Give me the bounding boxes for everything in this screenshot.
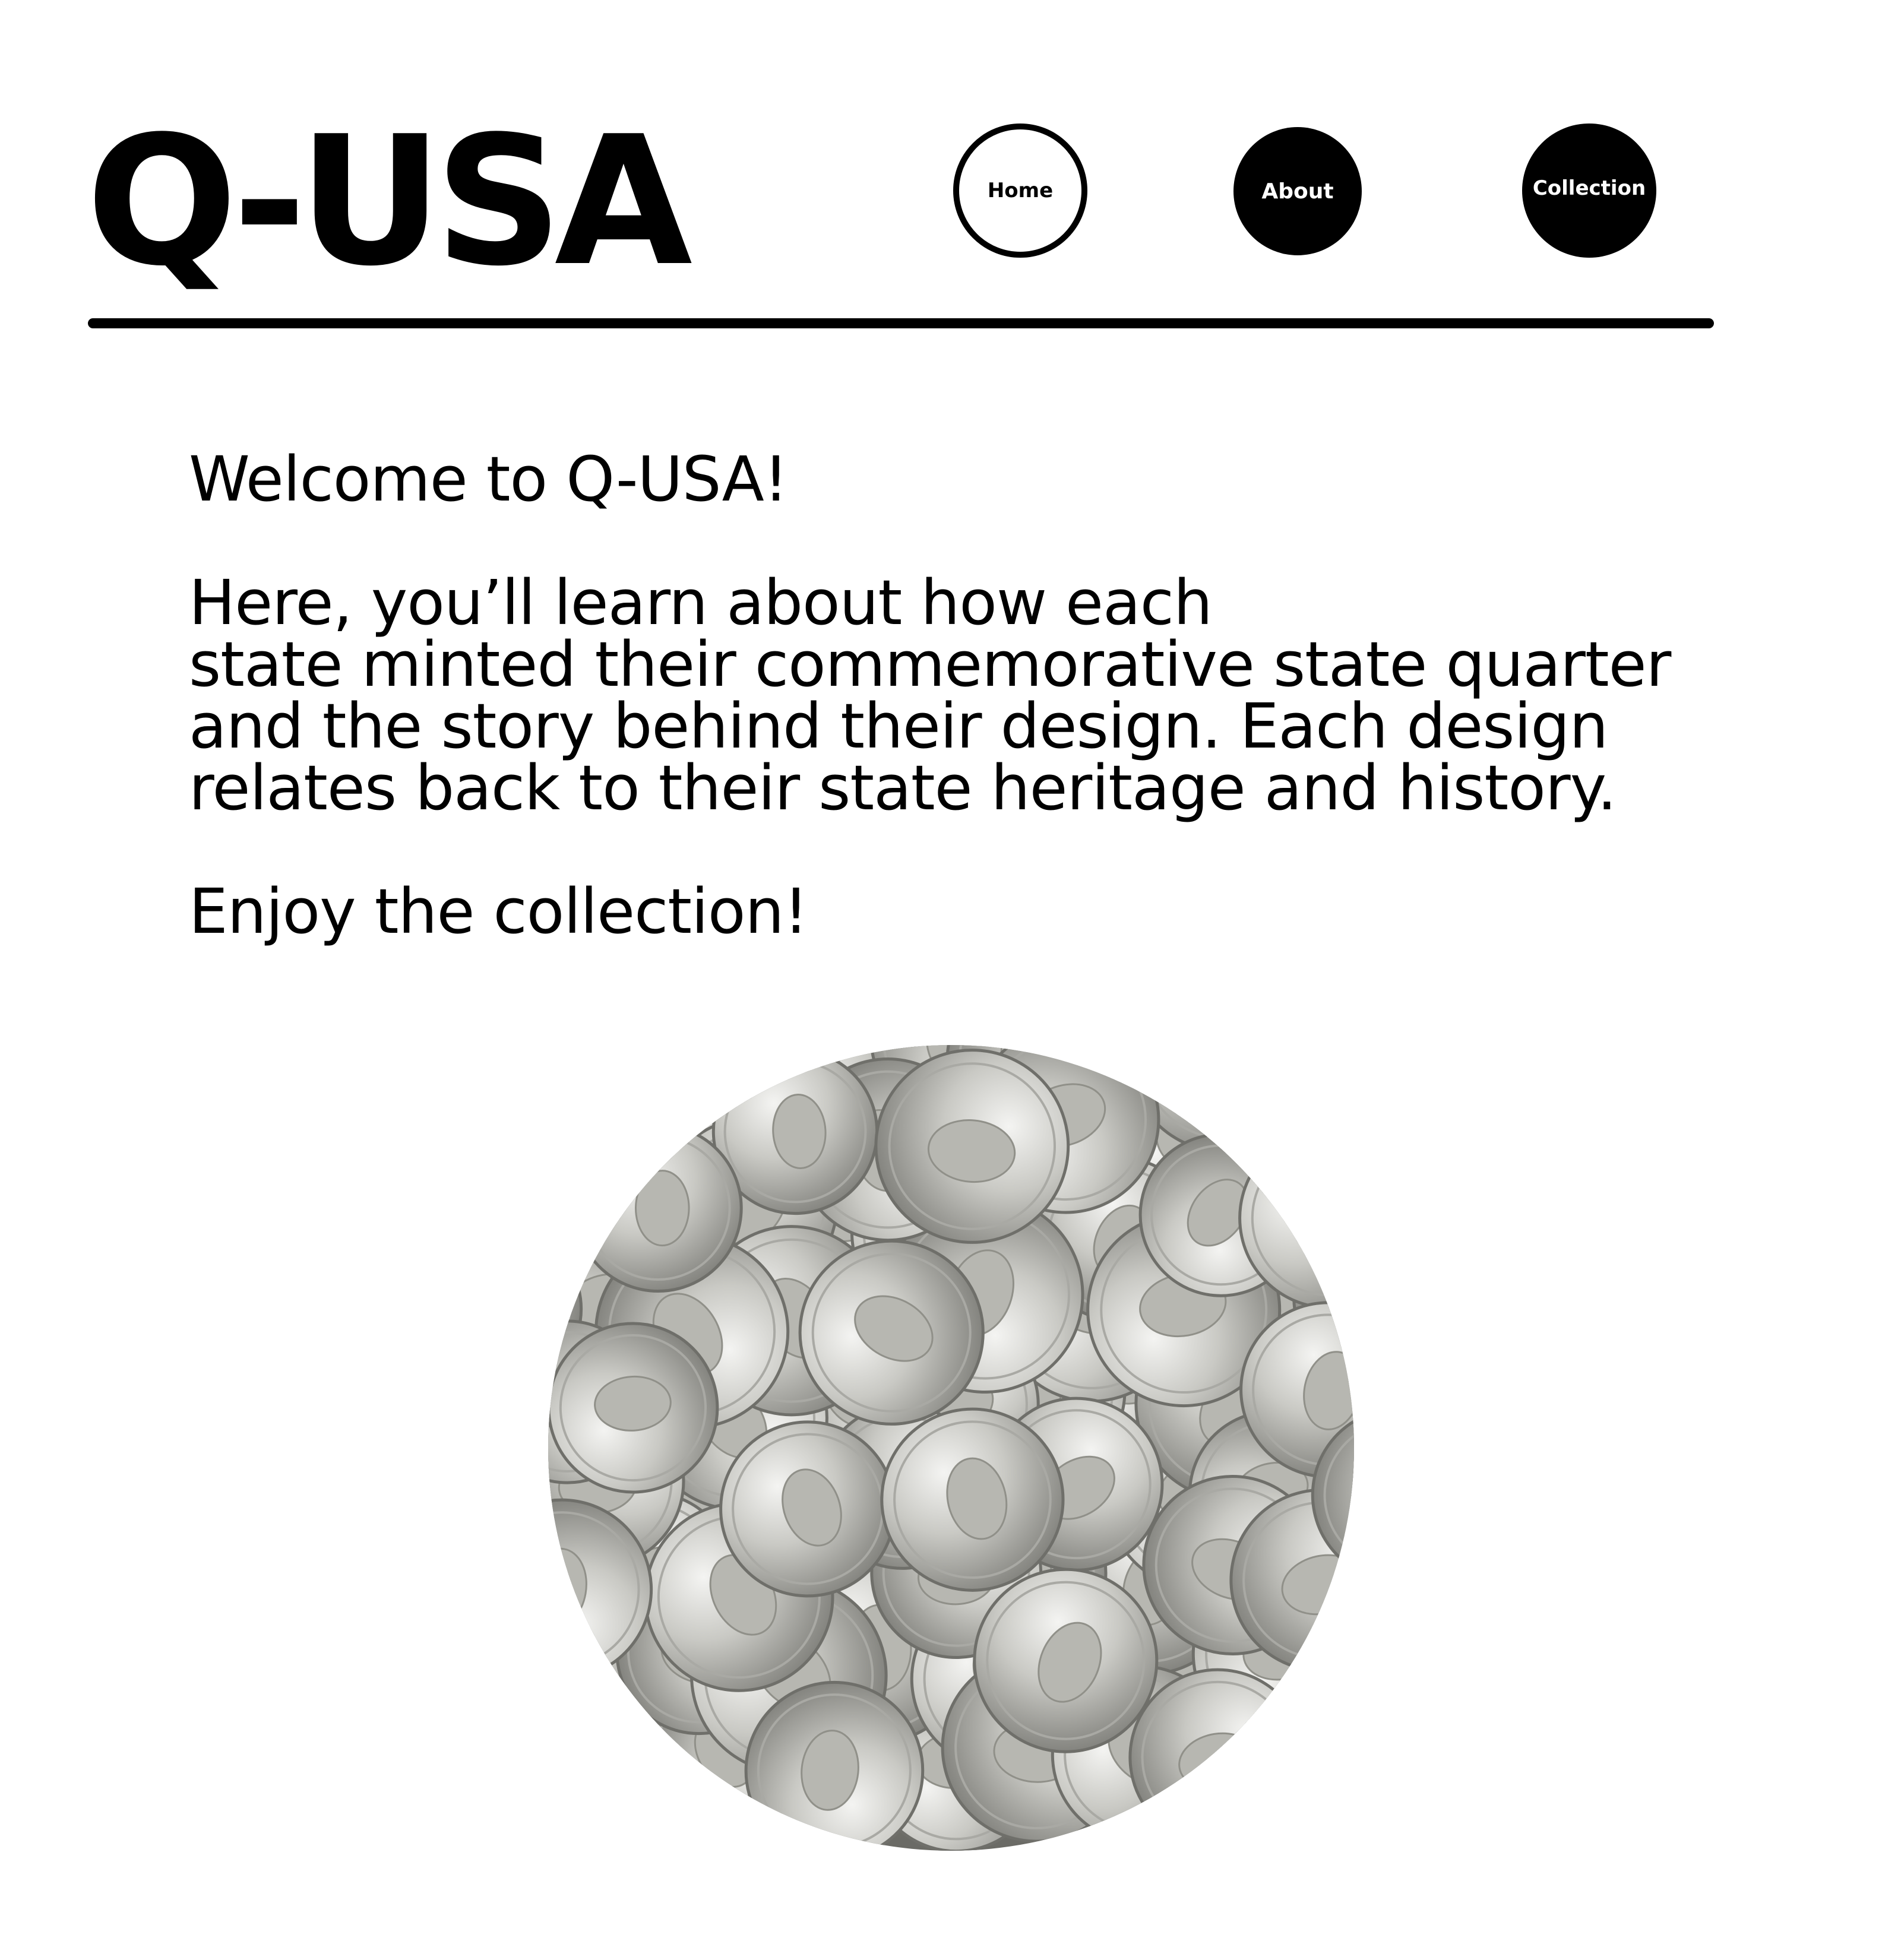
coin bbox=[573, 1123, 743, 1293]
description-line-1: Here, you’ll learn about how each bbox=[189, 566, 1213, 639]
site-logo: Q-USA bbox=[86, 98, 692, 305]
nav-collection-button[interactable]: Collection bbox=[1522, 124, 1656, 258]
nav-collection-label: Collection bbox=[1532, 176, 1646, 200]
header-divider bbox=[88, 318, 1714, 328]
coin bbox=[597, 1045, 798, 1053]
intro-text: Welcome to Q-USA! Here, you’ll learn abo… bbox=[189, 448, 1733, 942]
coin bbox=[548, 1045, 587, 1202]
coins-illustration bbox=[548, 1045, 1354, 1851]
coin bbox=[548, 1045, 628, 1151]
description-line-3: and the story behind their design. Each … bbox=[189, 690, 1608, 762]
closing-line: Enjoy the collection! bbox=[189, 875, 808, 948]
nav-about-button[interactable]: About bbox=[1233, 127, 1362, 255]
coins-image bbox=[548, 1045, 1354, 1851]
nav-home-label: Home bbox=[987, 179, 1054, 202]
description-line-4: relates back to their state heritage and… bbox=[189, 752, 1617, 824]
coin bbox=[548, 1045, 553, 1148]
nav-home-button[interactable]: Home bbox=[953, 124, 1087, 258]
coins-group bbox=[548, 1045, 1354, 1851]
description-line-2: state minted their commemorative state q… bbox=[189, 628, 1671, 701]
nav-about-label: About bbox=[1261, 179, 1334, 204]
coin bbox=[548, 1045, 708, 1072]
coin bbox=[1086, 1045, 1274, 1052]
welcome-heading: Welcome to Q-USA! bbox=[189, 443, 788, 515]
coin bbox=[1178, 1045, 1354, 1066]
